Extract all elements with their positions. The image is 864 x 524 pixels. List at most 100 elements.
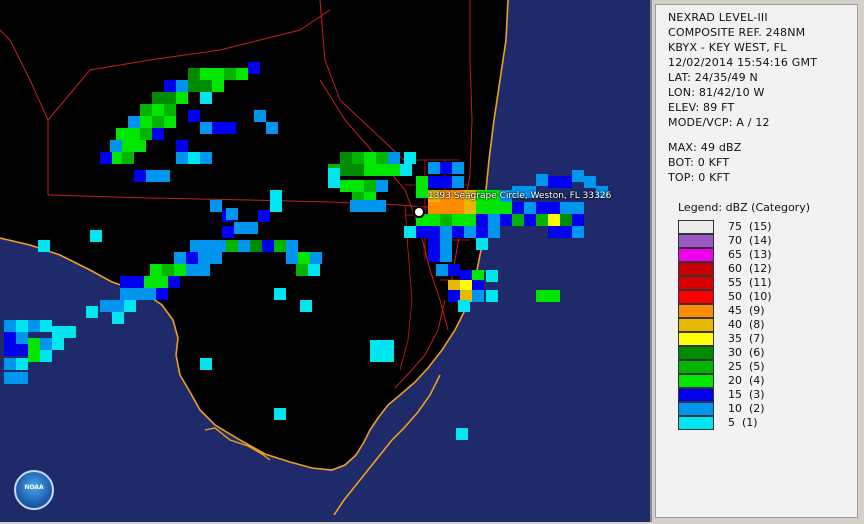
radar-cell [200,122,212,134]
elevation-label: ELEV: 89 FT [668,101,735,114]
radar-cell [112,300,124,312]
legend-label: 10 (2) [728,402,765,415]
legend-swatch [678,290,714,304]
radar-cell [86,306,98,318]
radar-cell [560,214,572,226]
radar-cell [486,270,498,282]
radar-cell [274,240,286,252]
legend-row: 35 (7) [678,332,850,346]
radar-cell [100,152,112,164]
radar-cell [300,300,312,312]
legend-swatch [678,374,714,388]
radar-cell [190,240,202,252]
radar-cell [452,176,464,188]
radar-cell [224,122,236,134]
radar-cell [404,152,416,164]
radar-cell [352,180,364,192]
radar-cell [122,152,134,164]
radar-cell [500,214,512,226]
radar-cell [274,408,286,420]
radar-cell [560,176,572,188]
legend-label: 20 (4) [728,374,765,387]
radar-map-canvas [0,0,608,516]
radar-cell [572,214,584,226]
radar-cell [448,264,460,276]
legend-swatch [678,402,714,416]
radar-cell [16,372,28,384]
radar-cell [200,92,212,104]
radar-cell [222,226,234,238]
radar-cell [440,202,452,214]
radar-cell [112,312,124,324]
radar-cell [456,428,468,440]
radar-cell [52,326,64,338]
radar-cell [548,290,560,302]
radar-cell [452,162,464,174]
radar-cell [200,358,212,370]
radar-cell [198,264,210,276]
legend-label: 55 (11) [728,276,772,289]
radar-cell [440,176,452,188]
radar-cell [416,226,428,238]
legend-swatch [678,248,714,262]
legend-swatch [678,388,714,402]
radar-cell [464,214,476,226]
radar-cell [428,226,440,238]
legend-label: 5 (1) [728,416,758,429]
radar-cell [164,116,176,128]
radar-cell [536,290,548,302]
radar-cell [124,300,136,312]
radar-cell [364,164,376,176]
legend-row: 55 (11) [678,276,850,290]
radar-cell [400,164,412,176]
radar-cell [174,252,186,264]
legend-swatch [678,304,714,318]
noaa-logo-icon: NOAA [14,470,54,510]
radar-cell [188,110,200,122]
legend-row: 75 (15) [678,220,850,234]
radar-cell [376,180,388,192]
radar-cell [4,332,16,344]
radar-cell [308,264,320,276]
legend-swatch [678,318,714,332]
radar-cell [100,300,112,312]
radar-cell [536,202,548,214]
radar-cell [428,202,440,214]
legend-row: 65 (13) [678,248,850,262]
radar-cell [254,110,266,122]
legend-row: 25 (5) [678,360,850,374]
location-marker-icon[interactable] [413,206,425,218]
radar-cell [440,226,452,238]
radar-cell [198,252,210,264]
radar-cell [200,80,212,92]
radar-cell [548,214,560,226]
radar-cell [152,104,164,116]
legend-row: 50 (10) [678,290,850,304]
legend-label: 60 (12) [728,262,772,275]
legend-swatch [678,416,714,430]
radar-cell [452,214,464,226]
radar-cell [310,252,322,264]
radar-cell [270,190,282,202]
radar-cell [248,62,260,74]
radar-cell [4,372,16,384]
noaa-logo-text: NOAA [24,484,44,491]
top-label: TOP: 0 KFT [668,171,730,184]
station-label: KBYX - KEY WEST, FL [668,41,787,54]
radar-cell [388,164,400,176]
radar-cell [90,230,102,242]
max-dbz-label: MAX: 49 dBZ [668,141,742,154]
radar-cell [388,152,400,164]
radar-cell [488,214,500,226]
radar-cell [258,210,270,222]
radar-cell [476,214,488,226]
radar-cell [164,104,176,116]
legend: 75 (15) 70 (14) 65 (13) 60 (12) 55 (11) 50 (1… [678,220,850,438]
radar-cell [28,320,40,332]
radar-cell [200,152,212,164]
radar-cell [246,222,258,234]
radar-cell [364,152,376,164]
legend-row: 10 (2) [678,402,850,416]
radar-cell [376,152,388,164]
radar-map[interactable]: 1393 Seagrape Circle, Weston, FL 33326 N… [0,0,652,522]
